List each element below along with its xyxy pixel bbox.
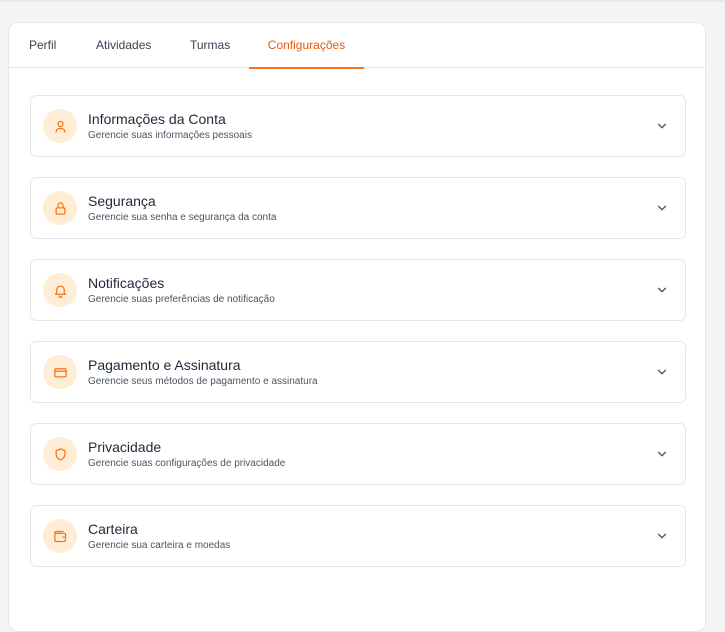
chevron-down-icon[interactable] bbox=[655, 529, 669, 543]
wallet-icon bbox=[43, 519, 77, 553]
chevron-down-icon[interactable] bbox=[655, 119, 669, 133]
chevron-down-icon[interactable] bbox=[655, 447, 669, 461]
chevron-down-icon[interactable] bbox=[655, 201, 669, 215]
section-description: Gerencie suas informações pessoais bbox=[88, 130, 252, 141]
chevron-down-icon[interactable] bbox=[655, 365, 669, 379]
tab-atividades[interactable]: Atividades bbox=[96, 23, 151, 68]
chevron-down-icon[interactable] bbox=[655, 283, 669, 297]
section-title: Pagamento e Assinatura bbox=[88, 357, 241, 373]
section-title: Privacidade bbox=[88, 439, 162, 455]
section-description: Gerencie sua carteira e moedas bbox=[88, 540, 231, 551]
section-seguranca[interactable]: Segurança Gerencie sua senha e segurança… bbox=[30, 177, 686, 239]
section-title: Segurança bbox=[88, 193, 156, 209]
shield-icon bbox=[43, 437, 77, 471]
section-notificacoes[interactable]: Notificações Gerencie suas preferências … bbox=[30, 259, 686, 321]
settings-card: Perfil Atividades Turmas Configurações I… bbox=[8, 22, 706, 632]
section-informacoes-conta[interactable]: Informações da Conta Gerencie suas infor… bbox=[30, 95, 686, 157]
section-description: Gerencie seus métodos de pagamento e ass… bbox=[88, 376, 318, 387]
section-description: Gerencie sua senha e segurança da conta bbox=[88, 212, 277, 223]
bell-icon bbox=[43, 273, 77, 307]
section-description: Gerencie suas configurações de privacida… bbox=[88, 458, 286, 469]
section-privacidade[interactable]: Privacidade Gerencie suas configurações … bbox=[30, 423, 686, 485]
section-title: Carteira bbox=[88, 521, 138, 537]
credit-card-icon bbox=[43, 355, 77, 389]
tab-configuracoes[interactable]: Configurações bbox=[249, 23, 364, 69]
tab-bar: Perfil Atividades Turmas Configurações bbox=[9, 23, 705, 69]
section-title: Notificações bbox=[88, 275, 165, 291]
section-carteira[interactable]: Carteira Gerencie sua carteira e moedas bbox=[30, 505, 686, 567]
lock-icon bbox=[43, 191, 77, 225]
tab-turmas[interactable]: Turmas bbox=[190, 23, 230, 68]
section-pagamento-assinatura[interactable]: Pagamento e Assinatura Gerencie seus mét… bbox=[30, 341, 686, 403]
user-icon bbox=[43, 109, 77, 143]
top-border bbox=[0, 0, 725, 2]
section-title: Informações da Conta bbox=[88, 111, 226, 127]
section-description: Gerencie suas preferências de notificaçã… bbox=[88, 294, 275, 305]
tab-perfil[interactable]: Perfil bbox=[29, 23, 56, 68]
